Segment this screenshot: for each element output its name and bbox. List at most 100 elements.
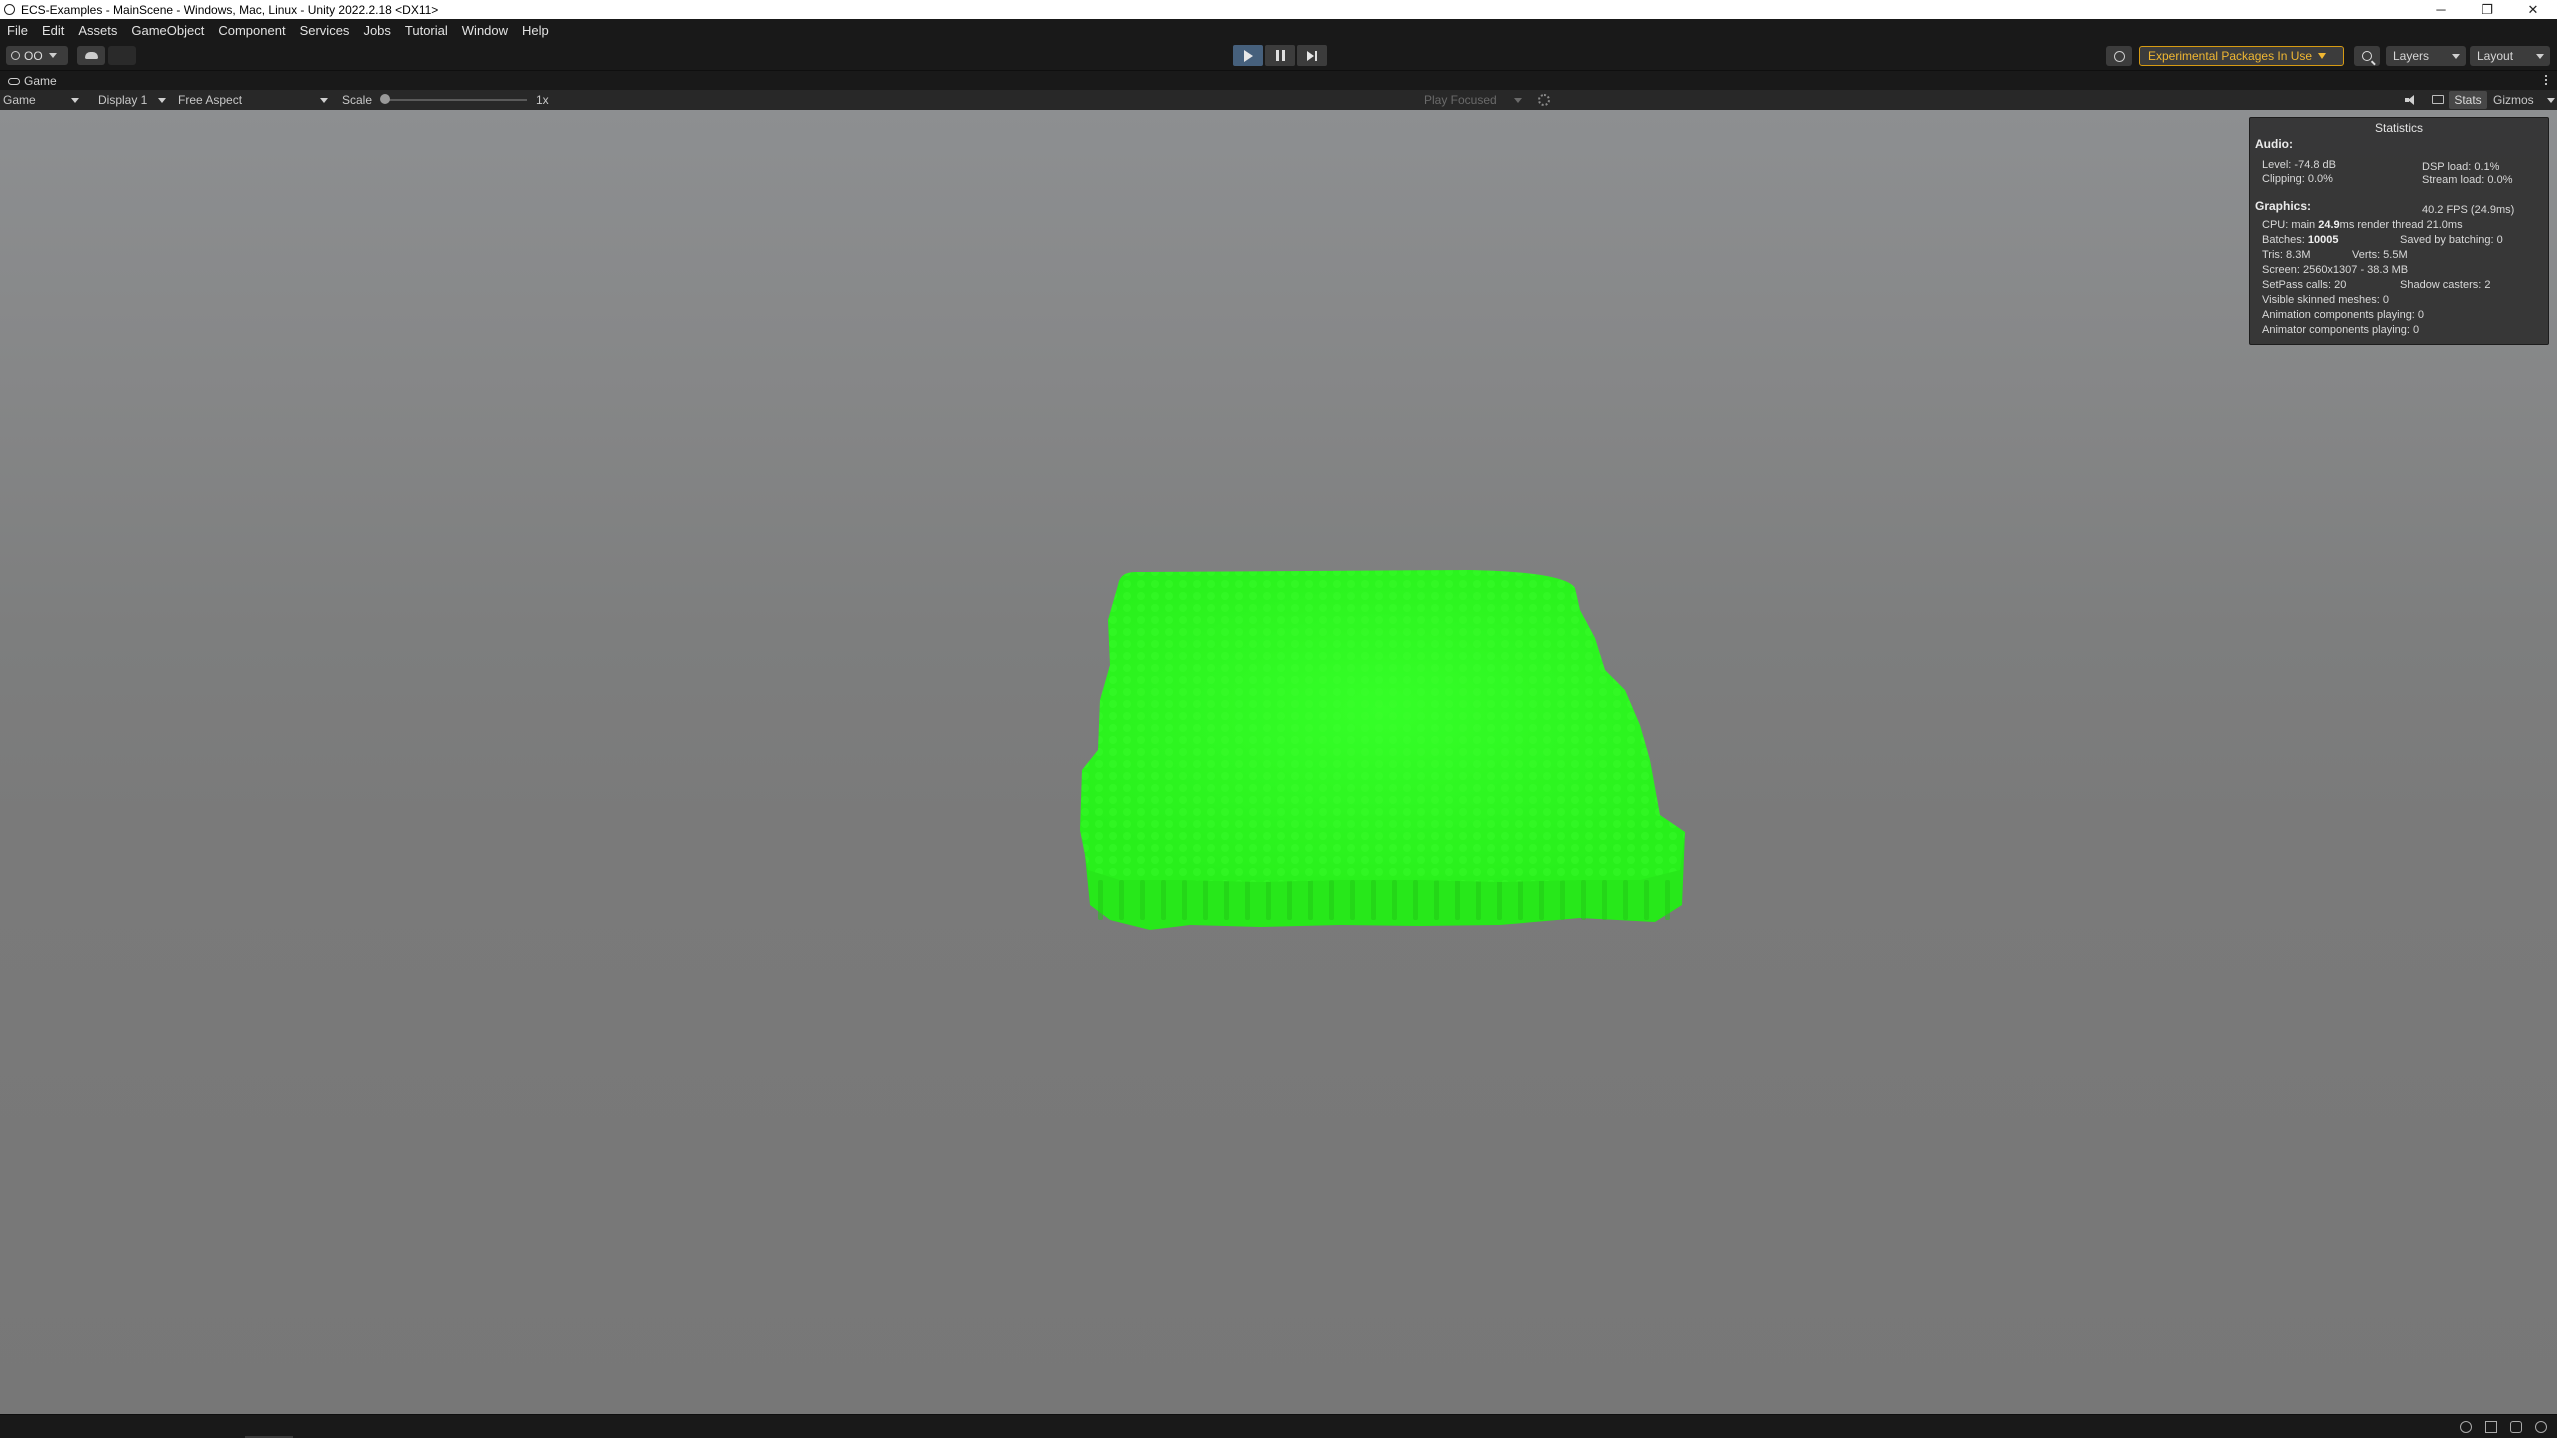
- cube-bump-texture: [1080, 570, 1685, 882]
- view-type-dropdown[interactable]: Game: [3, 90, 85, 110]
- search-button[interactable]: [2354, 46, 2380, 66]
- game-viewport[interactable]: [0, 110, 2557, 1414]
- batches-value: 10005: [2307, 234, 2339, 246]
- play-button[interactable]: [1233, 45, 1263, 66]
- menu-tutorial[interactable]: Tutorial: [398, 23, 455, 38]
- pause-button[interactable]: [1265, 45, 1295, 66]
- batches-prefix: Batches:: [2262, 234, 2305, 246]
- verts-count: Verts: 5.5M: [2352, 249, 2408, 261]
- progress-check-icon[interactable]: [2535, 1421, 2547, 1433]
- cube-column-ridge: [1266, 880, 1271, 920]
- audio-level: Level: -74.8 dB: [2262, 159, 2336, 171]
- debug-icon[interactable]: [2460, 1421, 2472, 1433]
- experimental-packages-label: Experimental Packages In Use: [2148, 49, 2313, 63]
- play-icon: [1243, 49, 1253, 62]
- animation-components: Animation components playing: 0: [2262, 309, 2425, 321]
- audio-clipping: Clipping: 0.0%: [2262, 173, 2333, 185]
- menu-help[interactable]: Help: [515, 23, 556, 38]
- step-icon: [1307, 50, 1317, 61]
- menu-services[interactable]: Services: [293, 23, 357, 38]
- layout-label: Layout: [2477, 49, 2514, 63]
- undo-history-button[interactable]: [2106, 46, 2132, 66]
- menu-bar: File Edit Assets GameObject Component Se…: [0, 19, 2557, 42]
- cube-column-ridge: [1329, 880, 1334, 920]
- scale-slider-track[interactable]: [382, 99, 527, 101]
- mute-audio-icon[interactable]: [2405, 95, 2417, 105]
- statistics-title: Statistics: [2374, 121, 2423, 135]
- fps-readout: 40.2 FPS (24.9ms): [2422, 204, 2515, 216]
- experimental-packages-button[interactable]: Experimental Packages In Use: [2139, 46, 2344, 66]
- network-icon[interactable]: [2510, 1421, 2522, 1433]
- aspect-dropdown[interactable]: Free Aspect: [178, 90, 334, 110]
- menu-assets[interactable]: Assets: [71, 23, 124, 38]
- playmode-controls: [1233, 45, 1327, 66]
- restore-button[interactable]: ❐: [2464, 0, 2510, 19]
- step-button[interactable]: [1297, 45, 1327, 66]
- menu-file[interactable]: File: [0, 23, 35, 38]
- cube-column-ridge: [1518, 880, 1523, 920]
- cube-column-ridge: [1476, 880, 1481, 920]
- chevron-down-icon: [1514, 98, 1522, 103]
- cache-icon[interactable]: [2485, 1421, 2497, 1433]
- cpu-timing: CPU: main 24.9ms render thread 21.0ms: [2262, 218, 2463, 233]
- minimize-button[interactable]: ─: [2418, 0, 2464, 19]
- display-dropdown[interactable]: Display 1: [98, 90, 172, 110]
- view-type-label: Game: [3, 93, 36, 107]
- menu-edit[interactable]: Edit: [35, 23, 71, 38]
- layers-dropdown[interactable]: Layers: [2386, 46, 2466, 66]
- account-label: OO: [24, 48, 43, 63]
- cube-column-ridge: [1140, 880, 1145, 920]
- chevron-down-icon: [2536, 54, 2544, 59]
- tab-game[interactable]: Game: [0, 71, 57, 91]
- menu-component[interactable]: Component: [211, 23, 292, 38]
- scale-value: 1x: [536, 93, 549, 107]
- window-title-bar: ECS-Examples - MainScene - Windows, Mac,…: [0, 0, 2557, 19]
- cube-column-ridge: [1602, 880, 1607, 920]
- more-options-icon[interactable]: [2545, 75, 2547, 85]
- menu-gameobject[interactable]: GameObject: [124, 23, 211, 38]
- animator-components: Animator components playing: 0: [2262, 324, 2420, 336]
- cube-column-ridge: [1350, 880, 1355, 920]
- history-icon: [2113, 50, 2125, 62]
- cube-column-ridge: [1161, 880, 1166, 920]
- cube-column-ridge: [1392, 880, 1397, 920]
- menu-jobs[interactable]: Jobs: [356, 23, 397, 38]
- play-focused-dropdown[interactable]: Play Focused: [1424, 90, 1528, 110]
- layout-dropdown[interactable]: Layout: [2470, 46, 2550, 66]
- cube-column-ridge: [1308, 880, 1313, 920]
- account-dropdown[interactable]: OO: [6, 46, 68, 65]
- cube-column-ridge: [1665, 880, 1670, 920]
- chevron-down-icon: [48, 53, 57, 58]
- chevron-down-icon: [2318, 53, 2327, 59]
- close-button[interactable]: ✕: [2510, 0, 2556, 19]
- keyboard-shortcuts-icon[interactable]: [2432, 95, 2444, 104]
- cloud-button[interactable]: [77, 46, 105, 65]
- cube-column-ridge: [1203, 880, 1208, 920]
- cube-column-ridge: [1098, 880, 1103, 920]
- gamepad-icon: [8, 77, 20, 85]
- collab-button[interactable]: [108, 46, 136, 65]
- cpu-main-value: 24.9: [2318, 219, 2340, 231]
- cube-column-ridge: [1434, 880, 1439, 920]
- audio-header: Audio:: [2255, 137, 2293, 151]
- cube-column-ridge: [1224, 880, 1229, 920]
- cube-column-ridge: [1623, 880, 1628, 920]
- shadow-casters: Shadow casters: 2: [2400, 279, 2491, 291]
- stats-toggle-button[interactable]: Stats: [2449, 91, 2487, 109]
- chevron-down-icon: [158, 98, 166, 103]
- bug-settings-icon[interactable]: [1538, 94, 1550, 106]
- layers-label: Layers: [2393, 49, 2430, 63]
- gizmos-dropdown[interactable]: Gizmos: [2493, 90, 2555, 110]
- cube-column-ridge: [1455, 880, 1460, 920]
- cube-column-ridge: [1413, 880, 1418, 920]
- setpass-calls: SetPass calls: 20: [2262, 279, 2347, 291]
- main-toolbar: OO Experimental Packages In Use Layers L…: [0, 42, 2557, 70]
- cpu-prefix: CPU: main: [2262, 219, 2316, 231]
- cube-column-ridge: [1287, 880, 1292, 920]
- cube-column-ridge: [1371, 880, 1376, 920]
- scale-slider-handle[interactable]: [380, 94, 390, 104]
- menu-window[interactable]: Window: [455, 23, 515, 38]
- play-focused-label: Play Focused: [1424, 93, 1497, 107]
- game-tab-row: Game: [0, 70, 2557, 90]
- cube-column-ridge: [1581, 880, 1586, 920]
